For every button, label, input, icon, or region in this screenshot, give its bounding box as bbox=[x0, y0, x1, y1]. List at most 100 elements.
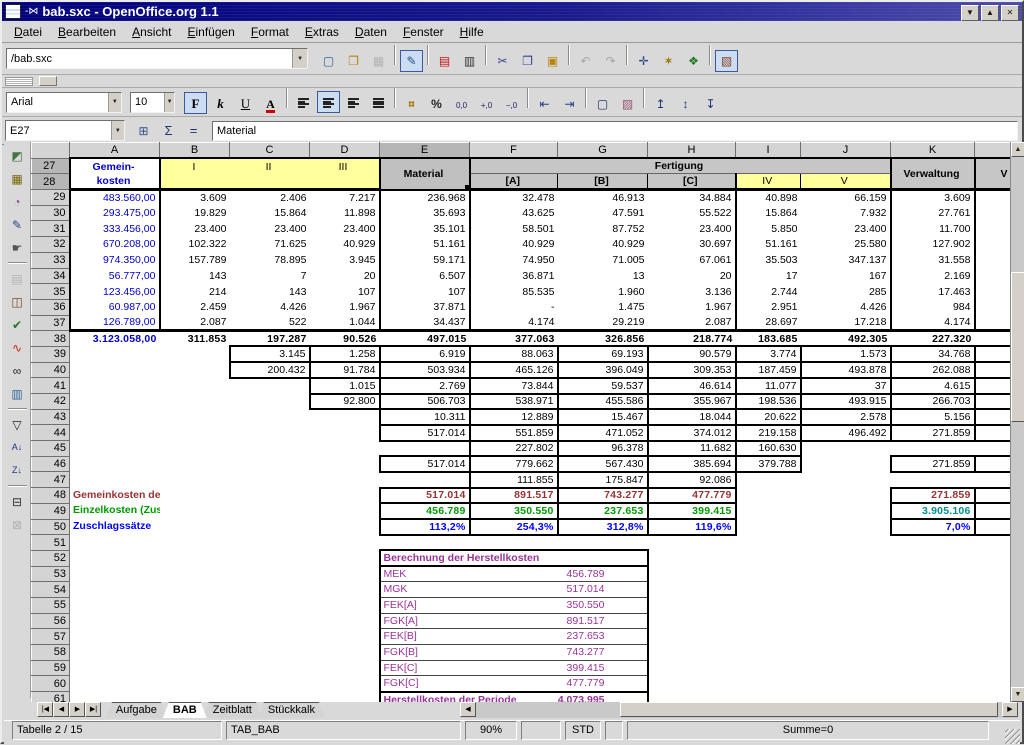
cell-C29[interactable]: 2.406 bbox=[230, 190, 310, 206]
cell-A29[interactable]: 483.560,00 bbox=[70, 190, 160, 206]
cell-F41[interactable]: 73.844 bbox=[470, 378, 558, 394]
cell-B48[interactable] bbox=[160, 488, 230, 504]
form-controls-icon[interactable]: ☛ bbox=[6, 236, 29, 259]
justify-icon[interactable] bbox=[367, 91, 390, 113]
row-header-29[interactable]: 29 bbox=[32, 190, 70, 206]
row-header-58[interactable]: 58 bbox=[32, 645, 70, 661]
cell-C31[interactable]: 23.400 bbox=[230, 221, 310, 237]
cell-D43[interactable] bbox=[310, 409, 380, 425]
cell-B27[interactable]: I bbox=[160, 158, 230, 174]
cell-H38[interactable]: 218.774 bbox=[648, 331, 736, 347]
sort-ascending-icon[interactable]: A↓ bbox=[6, 436, 29, 459]
menu-bearbeiten[interactable]: Bearbeiten bbox=[50, 23, 124, 41]
cell-G39[interactable]: 69.193 bbox=[558, 346, 648, 362]
column-header-G[interactable]: G bbox=[558, 143, 648, 159]
column-header-C[interactable]: C bbox=[230, 143, 310, 159]
cell-C49[interactable] bbox=[230, 503, 310, 519]
cell-J32[interactable]: 25.580 bbox=[801, 237, 891, 253]
cell-H47[interactable]: 92.086 bbox=[648, 472, 736, 488]
cell-G46[interactable]: 567.430 bbox=[558, 456, 648, 472]
cell-L35[interactable] bbox=[975, 284, 1011, 300]
herstellkosten-row-59[interactable]: FEK[C]399.415 bbox=[380, 660, 648, 676]
row-header-53[interactable]: 53 bbox=[32, 566, 70, 582]
scroll-right-icon[interactable]: ▶ bbox=[1002, 702, 1018, 717]
herstellkosten-row-56[interactable]: FGK[A]891.517 bbox=[380, 613, 648, 629]
row-header-52[interactable]: 52 bbox=[32, 550, 70, 566]
cell-F45[interactable]: 227.802 bbox=[470, 441, 558, 457]
herstellkosten-row-61[interactable]: Herstellkosten der Periode4.073.995 bbox=[380, 692, 648, 702]
cell-A38[interactable]: 3.123.058,00 bbox=[70, 331, 160, 347]
cell-A51[interactable] bbox=[70, 535, 160, 551]
cell-B28[interactable] bbox=[160, 174, 230, 190]
sheet-tab-aufgabe[interactable]: Aufgabe bbox=[106, 702, 167, 718]
cell-K43[interactable]: 5.156 bbox=[891, 409, 975, 425]
spellcheck-icon[interactable]: ✔ bbox=[6, 313, 29, 336]
cell-D40[interactable]: 91.784 bbox=[310, 362, 380, 378]
herstellkosten-row-52[interactable]: Berechnung der Herstellkosten bbox=[380, 550, 648, 566]
column-header-E[interactable]: E bbox=[380, 143, 470, 159]
cell-A43[interactable] bbox=[70, 409, 160, 425]
herstellkosten-row-53[interactable]: MEK456.789 bbox=[380, 566, 648, 582]
first-sheet-button[interactable]: |◀ bbox=[37, 702, 53, 717]
autospellcheck-icon[interactable]: ∿ bbox=[6, 336, 29, 359]
selected-cell-E27[interactable]: Material bbox=[380, 158, 470, 189]
cell-L44[interactable] bbox=[975, 425, 1011, 441]
row-header-60[interactable]: 60 bbox=[32, 676, 70, 692]
font-name-input[interactable] bbox=[7, 93, 108, 112]
cell-G33[interactable]: 71.005 bbox=[558, 252, 648, 268]
cell-G48[interactable]: 743.277 bbox=[558, 488, 648, 504]
sort-descending-icon[interactable]: Z↓ bbox=[6, 459, 29, 482]
cell-L46[interactable] bbox=[975, 456, 1011, 472]
cell-J49[interactable] bbox=[801, 503, 891, 519]
cell-E33[interactable]: 59.171 bbox=[380, 252, 470, 268]
cell-C27[interactable]: II bbox=[230, 158, 310, 174]
cell-E40[interactable]: 503.934 bbox=[380, 362, 470, 378]
cell-A59[interactable] bbox=[70, 660, 380, 676]
cell-G36[interactable]: 1.475 bbox=[558, 299, 648, 315]
last-sheet-button[interactable]: ▶| bbox=[85, 702, 101, 717]
menu-extras[interactable]: Extras bbox=[297, 23, 347, 41]
cell-E43[interactable]: 10.311 bbox=[380, 409, 470, 425]
select-all-corner[interactable] bbox=[32, 143, 70, 159]
cell-K35[interactable]: 17.463 bbox=[891, 284, 975, 300]
cell-L32[interactable] bbox=[975, 237, 1011, 253]
row-header-55[interactable]: 55 bbox=[32, 597, 70, 613]
cell-H52[interactable] bbox=[648, 550, 1011, 566]
cell-H53[interactable] bbox=[648, 566, 1011, 582]
cell-A28[interactable]: kosten bbox=[70, 174, 160, 190]
cell-A56[interactable] bbox=[70, 613, 380, 629]
row-header-34[interactable]: 34 bbox=[32, 268, 70, 284]
cell-I40[interactable]: 187.459 bbox=[736, 362, 801, 378]
row-header-41[interactable]: 41 bbox=[32, 378, 70, 394]
cell-H51[interactable] bbox=[648, 535, 736, 551]
row-header-56[interactable]: 56 bbox=[32, 613, 70, 629]
url-input[interactable] bbox=[7, 49, 292, 68]
cell-I42[interactable]: 198.536 bbox=[736, 394, 801, 410]
scroll-up-icon[interactable]: ▲ bbox=[1011, 142, 1024, 157]
cell-K41[interactable]: 4.615 bbox=[891, 378, 975, 394]
menu-fenster[interactable]: Fenster bbox=[395, 23, 452, 41]
row-header-37[interactable]: 37 bbox=[32, 315, 70, 331]
cell-D31[interactable]: 23.400 bbox=[310, 221, 380, 237]
edit-file-icon[interactable]: ✎ bbox=[400, 50, 423, 72]
cell-F36[interactable]: - bbox=[470, 299, 558, 315]
cell-C46[interactable] bbox=[230, 456, 310, 472]
cell-C45[interactable] bbox=[230, 441, 310, 457]
bold-icon[interactable]: F bbox=[184, 92, 207, 114]
cell-E42[interactable]: 506.703 bbox=[380, 394, 470, 410]
cell-I51[interactable] bbox=[736, 535, 801, 551]
cell-B33[interactable]: 157.789 bbox=[160, 252, 230, 268]
font-size-combobox[interactable]: ▼ bbox=[130, 92, 175, 113]
cell-G32[interactable]: 40.929 bbox=[558, 237, 648, 253]
cell-K47[interactable] bbox=[891, 472, 975, 488]
function-wizard-icon[interactable]: ⊞ bbox=[132, 120, 155, 142]
cell-J48[interactable] bbox=[801, 488, 891, 504]
cell-C37[interactable]: 522 bbox=[230, 315, 310, 331]
remove-decimal-icon[interactable]: −,0 bbox=[500, 95, 523, 117]
cell-H34[interactable]: 20 bbox=[648, 268, 736, 284]
cell-F35[interactable]: 85.535 bbox=[470, 284, 558, 300]
cell-G47[interactable]: 175.847 bbox=[558, 472, 648, 488]
cell-E32[interactable]: 51.161 bbox=[380, 237, 470, 253]
cell-G41[interactable]: 59.537 bbox=[558, 378, 648, 394]
font-color-icon[interactable]: A bbox=[259, 94, 282, 116]
